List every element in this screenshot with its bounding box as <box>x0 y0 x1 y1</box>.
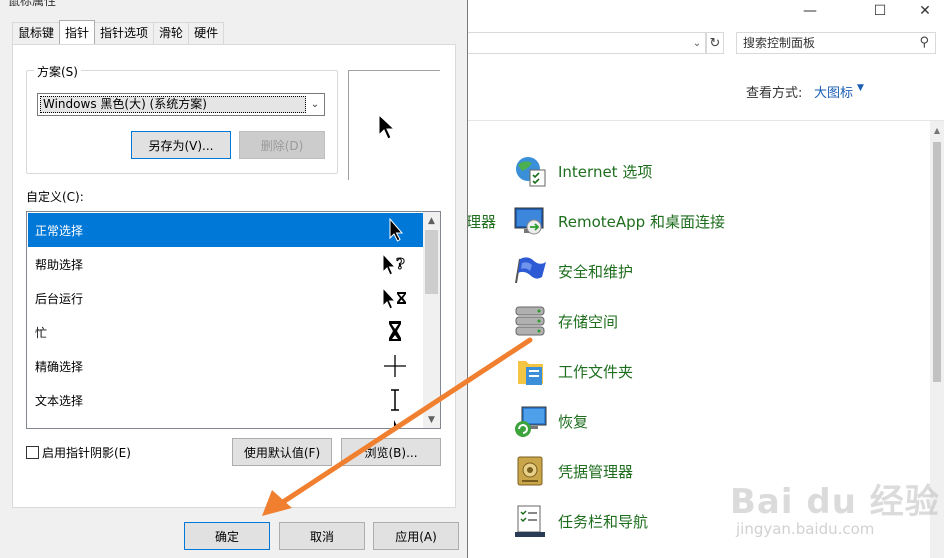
list-item[interactable]: 后台运行 <box>28 281 423 315</box>
cp-item-storage-spaces[interactable]: 存储空间 <box>512 301 618 341</box>
cp-item-label: 安全和维护 <box>558 262 634 281</box>
work-folders-icon <box>512 353 548 389</box>
divider <box>466 120 944 121</box>
cp-item-credential-manager[interactable]: 凭据管理器 <box>512 451 633 491</box>
taskbar-icon <box>512 503 548 539</box>
storage-spaces-icon <box>512 303 548 339</box>
list-item-partial[interactable] <box>28 417 423 428</box>
tab-pointer-options[interactable]: 指针选项 <box>94 22 155 44</box>
tab-strip: 鼠标键 指针 指针选项 滑轮 硬件 <box>12 20 225 44</box>
partial-item-label: 理器 <box>466 213 497 231</box>
list-item[interactable]: 正常选择 <box>28 213 423 247</box>
cp-item-work-folders[interactable]: 工作文件夹 <box>512 351 633 391</box>
minimize-icon[interactable]: — <box>787 0 833 22</box>
maximize-icon[interactable]: ☐ <box>857 0 903 22</box>
credential-manager-icon <box>512 453 548 489</box>
list-item-label: 忙 <box>35 325 48 340</box>
close-icon[interactable]: ✕ <box>902 0 944 22</box>
scheme-label: 方案(S) <box>34 63 81 80</box>
checkbox-label: 启用指针阴影(E) <box>42 446 131 460</box>
list-item-label: 帮助选择 <box>35 257 84 272</box>
cursor-list[interactable]: 正常选择 帮助选择 ? 后台运行 忙 精确选择 文本选择 ▲ ▼ <box>26 211 441 429</box>
caret-down-icon[interactable]: ▼ <box>857 83 864 93</box>
search-input[interactable] <box>737 33 907 53</box>
cp-item-taskbar-navigation[interactable]: 任务栏和导航 <box>512 501 648 541</box>
use-default-button[interactable]: 使用默认值(F) <box>232 438 332 466</box>
search-icon[interactable]: ⚲ <box>919 35 929 50</box>
list-item-label: 精确选择 <box>35 359 84 374</box>
chevron-down-icon[interactable]: ⌄ <box>688 32 706 54</box>
scroll-thumb[interactable] <box>933 142 941 382</box>
delete-button[interactable]: 删除(D) <box>239 131 325 159</box>
checkbox-box[interactable] <box>26 446 39 459</box>
scroll-up-icon[interactable]: ▲ <box>423 212 440 229</box>
cancel-button[interactable]: 取消 <box>279 522 365 550</box>
custom-label: 自定义(C): <box>26 190 84 204</box>
ibeam-cursor-icon <box>391 389 399 411</box>
list-item-label: 后台运行 <box>35 291 84 306</box>
apply-button[interactable]: 应用(A) <box>373 522 459 550</box>
tab-pointers[interactable]: 指针 <box>59 20 96 44</box>
tab-buttons[interactable]: 鼠标键 <box>12 22 61 44</box>
cp-item-recovery[interactable]: 恢复 <box>512 401 588 441</box>
chevron-down-icon[interactable]: ⌄ <box>306 94 324 115</box>
scroll-thumb[interactable] <box>425 230 438 294</box>
list-item-label: 文本选择 <box>35 393 84 408</box>
help-cursor-icon: ? <box>382 252 406 276</box>
cp-item-security-maintenance[interactable]: 安全和维护 <box>512 251 633 291</box>
scroll-up-icon[interactable]: ▲ <box>930 122 944 138</box>
recovery-icon <box>512 403 548 439</box>
view-by-dropdown[interactable]: 大图标 <box>814 82 853 101</box>
mouse-properties-dialog: 鼠标属性 鼠标键 指针 指针选项 滑轮 硬件 方案(S) Windows 黑色(… <box>0 0 468 558</box>
internet-options-icon <box>512 153 548 189</box>
view-by-label: 查看方式: <box>746 86 803 101</box>
search-box[interactable]: ⚲ <box>736 32 936 54</box>
scroll-down-icon[interactable]: ▼ <box>423 411 440 428</box>
arrow-cursor-icon <box>394 420 398 428</box>
cursor-preview <box>348 70 440 180</box>
svg-text:?: ? <box>396 255 405 273</box>
cp-item-label: Internet 选项 <box>558 162 653 181</box>
remoteapp-icon <box>512 203 548 239</box>
arrow-cursor-icon <box>389 218 404 242</box>
cp-item-internet-options[interactable]: Internet 选项 <box>512 151 652 191</box>
crosshair-cursor-icon <box>384 355 406 377</box>
browse-button[interactable]: 浏览(B)... <box>341 438 441 466</box>
tab-hardware[interactable]: 硬件 <box>188 22 225 44</box>
cp-item-label: RemoteApp 和桌面连接 <box>558 212 725 231</box>
address-bar[interactable] <box>466 32 706 54</box>
security-flag-icon <box>512 253 548 289</box>
cp-item-label: 任务栏和导航 <box>558 512 649 531</box>
dialog-title: 鼠标属性 <box>8 0 57 8</box>
enable-pointer-shadow-checkbox[interactable]: 启用指针阴影(E) <box>26 444 131 461</box>
list-item[interactable]: 文本选择 <box>28 383 423 417</box>
busy-hourglass-icon <box>389 321 401 341</box>
cp-item-label: 凭据管理器 <box>558 462 634 481</box>
cp-item-remoteapp[interactable]: RemoteApp 和桌面连接 <box>512 201 725 241</box>
ok-button[interactable]: 确定 <box>184 522 270 550</box>
arrow-cursor-icon <box>378 113 396 140</box>
list-item[interactable]: 帮助选择 ? <box>28 247 423 281</box>
scheme-select[interactable]: Windows 黑色(大) (系统方案) ⌄ <box>37 93 325 116</box>
list-item[interactable]: 精确选择 <box>28 349 423 383</box>
cp-item-label: 工作文件夹 <box>558 362 634 381</box>
cp-item-label: 恢复 <box>558 412 589 431</box>
refresh-icon[interactable]: ↻ <box>706 32 724 54</box>
cp-item-label: 存储空间 <box>558 312 619 331</box>
save-as-button[interactable]: 另存为(V)... <box>131 131 231 159</box>
list-scrollbar[interactable]: ▲ ▼ <box>423 212 440 428</box>
tab-wheel[interactable]: 滑轮 <box>153 22 190 44</box>
working-cursor-icon <box>382 286 406 310</box>
list-item-label: 正常选择 <box>35 223 84 238</box>
list-item[interactable]: 忙 <box>28 315 423 349</box>
scheme-selected-value: Windows 黑色(大) (系统方案) <box>40 96 306 113</box>
